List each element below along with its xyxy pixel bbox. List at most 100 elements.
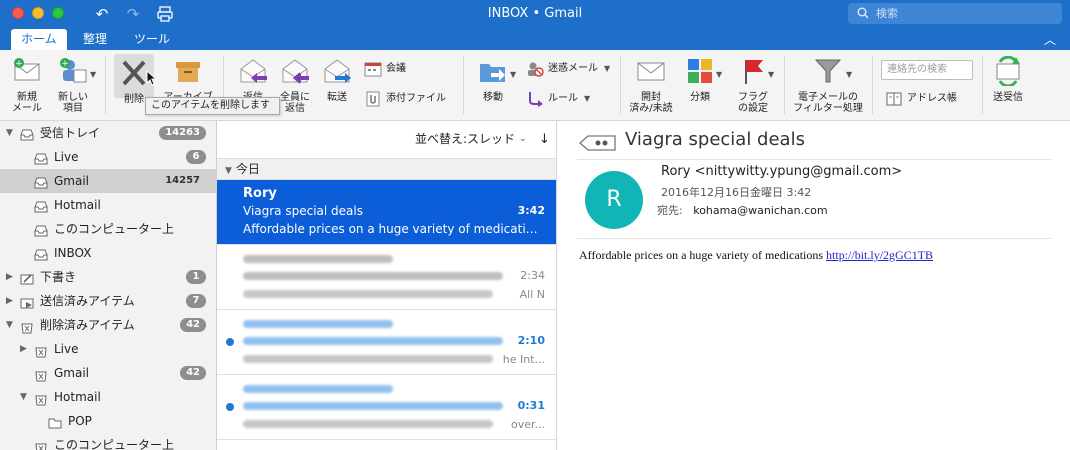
sort-direction-icon[interactable]: ↓ — [539, 121, 550, 158]
svg-text:+: + — [15, 59, 23, 69]
new-mail-button[interactable]: + 新規 メール — [6, 56, 48, 114]
filter-email-button[interactable]: 電子メールの フィルター処理 — [790, 56, 866, 114]
message-preview: Affordable prices on a huge variety of m… — [243, 222, 543, 236]
folder-label: Hotmail — [54, 390, 101, 404]
rules-label: ルール — [548, 93, 578, 104]
search-field[interactable]: 検索 — [848, 3, 1062, 24]
chevron-down-icon[interactable]: ▼ — [846, 70, 852, 79]
print-icon[interactable] — [156, 5, 174, 23]
reply-all-button[interactable]: 全員に 返信 — [274, 56, 316, 114]
chevron-down-icon[interactable]: ▼ — [510, 70, 516, 79]
folder-item[interactable]: Hotmail — [0, 193, 216, 217]
unread-count-badge: 42 — [180, 366, 206, 380]
sort-dropdown[interactable]: 並べ替え:スレッド — [415, 121, 515, 158]
rules-button[interactable]: ルール ▼ — [526, 90, 590, 108]
chevron-down-icon[interactable]: ⌄ — [519, 121, 527, 158]
redo-icon[interactable]: ↷ — [124, 5, 142, 23]
message-row[interactable]: Rory Viagra special deals Affordable price… — [217, 180, 556, 245]
reply-button[interactable]: 返信 — [232, 56, 274, 103]
folder-item[interactable]: ▼ 削除済みアイテム 42 — [0, 313, 216, 337]
disclosure-open-icon[interactable]: ▼ — [20, 385, 27, 409]
inbox-icon — [34, 246, 48, 261]
unread-count-badge: 42 — [180, 318, 206, 332]
close-window-button[interactable] — [12, 7, 24, 19]
disclosure-closed-icon[interactable]: ▶ — [20, 337, 27, 361]
recipient-address[interactable]: kohama@wanichan.com — [693, 204, 827, 217]
categorize-label: 分類 — [690, 92, 710, 103]
folder-item[interactable]: このコンピューター上 — [0, 433, 216, 450]
reply-icon — [240, 59, 267, 83]
junk-mail-button[interactable]: 迷惑メール ▼ — [526, 60, 610, 78]
message-row[interactable]: All N 2:34 — [217, 245, 556, 310]
folder-item[interactable]: Gmail 14257 — [0, 169, 216, 193]
message-row[interactable]: he Int... 2:10 — [217, 310, 556, 375]
body-link[interactable]: http://bit.ly/2gGC1TB — [826, 248, 933, 262]
folder-label: Hotmail — [54, 198, 101, 212]
folder-label: 送信済みアイテム — [40, 294, 135, 308]
message-subject: Viagra special deals — [243, 204, 363, 218]
tab-organize[interactable]: 整理 — [73, 29, 117, 50]
ribbon-tab-bar: ホーム 整理 ツール ︿ — [0, 28, 1070, 50]
send-receive-button[interactable]: 送受信 — [988, 55, 1028, 103]
message-subject: Viagra special deals — [625, 129, 805, 150]
folder-item[interactable]: ▶ 送信済みアイテム 7 — [0, 289, 216, 313]
divider — [577, 159, 1051, 160]
folder-item[interactable]: POP — [0, 409, 216, 433]
categorize-icon — [688, 59, 712, 83]
minimize-window-button[interactable] — [32, 7, 44, 19]
folder-item[interactable]: INBOX — [0, 241, 216, 265]
chevron-down-icon[interactable]: ▼ — [768, 70, 774, 79]
folder-item[interactable]: ▼ 受信トレイ 14263 — [0, 121, 216, 145]
folder-item[interactable]: Live 6 — [0, 145, 216, 169]
search-icon — [857, 7, 869, 19]
folder-label: 下書き — [40, 270, 77, 284]
chevron-down-icon[interactable]: ▼ — [716, 70, 722, 79]
contacts-search-input[interactable]: 連絡先の検索 — [881, 60, 973, 80]
address-book-button[interactable]: アドレス帳 — [885, 90, 957, 108]
zoom-window-button[interactable] — [52, 7, 64, 19]
disclosure-open-icon[interactable]: ▼ — [6, 121, 13, 145]
archive-button[interactable]: アーカイブ — [160, 56, 216, 103]
new-items-button[interactable]: + 新しい 項目 — [50, 56, 96, 114]
attachment-button[interactable]: 添付ファイル — [364, 90, 446, 108]
sender-address[interactable]: Rory <nittywitty.ypung@gmail.com> — [661, 164, 902, 179]
collapse-ribbon-icon[interactable]: ︿ — [1044, 31, 1056, 48]
move-button[interactable]: 移動 — [472, 56, 514, 103]
ribbon-separator — [620, 56, 621, 114]
message-row[interactable]: over... 0:31 — [217, 375, 556, 440]
unread-count-badge: 1 — [186, 270, 206, 284]
folder-item[interactable]: Gmail 42 — [0, 361, 216, 385]
folder-label: INBOX — [54, 246, 92, 260]
redacted-text — [243, 385, 393, 393]
conversation-icon — [579, 135, 616, 151]
forward-button[interactable]: 転送 — [317, 56, 357, 103]
inbox-icon — [34, 198, 48, 213]
folder-item[interactable]: ▼ Hotmail — [0, 385, 216, 409]
sent-icon — [20, 294, 34, 309]
trash-icon — [20, 318, 34, 334]
disclosure-closed-icon[interactable]: ▶ — [6, 265, 13, 289]
categorize-button[interactable]: 分類 — [680, 56, 720, 103]
folder-label: 削除済みアイテム — [40, 318, 135, 332]
disclosure-open-icon[interactable]: ▼ — [6, 313, 13, 337]
tab-home[interactable]: ホーム — [11, 29, 67, 50]
chevron-down-icon[interactable]: ▼ — [90, 70, 96, 79]
undo-icon[interactable]: ↶ — [93, 5, 111, 23]
address-book-label: アドレス帳 — [907, 93, 957, 104]
folder-item[interactable]: ▶ 下書き 1 — [0, 265, 216, 289]
trash-icon — [34, 438, 48, 450]
folder-item[interactable]: このコンピューター上 — [0, 217, 216, 241]
rules-icon — [529, 92, 543, 107]
follow-up-button[interactable]: フラグ の設定 — [732, 56, 774, 114]
trash-icon — [34, 366, 48, 382]
tab-tools[interactable]: ツール — [124, 29, 180, 50]
disclosure-closed-icon[interactable]: ▶ — [6, 289, 13, 313]
chevron-down-icon: ▼ — [584, 94, 591, 103]
envelope-icon — [637, 62, 665, 81]
group-header-today[interactable]: ▼ 今日 — [217, 158, 556, 180]
read-unread-button[interactable]: 開封 済み/未読 — [626, 56, 676, 114]
folder-item[interactable]: ▶ Live — [0, 337, 216, 361]
meeting-button[interactable]: 会議 — [364, 60, 406, 78]
redacted-text — [243, 290, 493, 298]
outlook-window: ↶ ↷ INBOX • Gmail 検索 ホーム 整理 ツール ︿ + 新規 メ… — [0, 0, 1070, 450]
